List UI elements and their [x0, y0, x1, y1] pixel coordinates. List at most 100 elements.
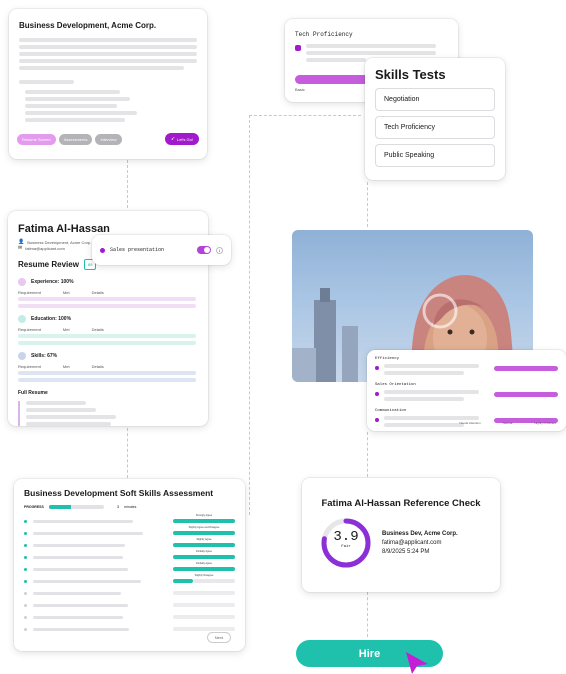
resume-preview	[18, 401, 198, 426]
info-icon[interactable]: i	[216, 246, 223, 254]
scale-needs-attention: Needs Attention	[459, 421, 481, 425]
col-details: Details	[91, 364, 104, 369]
reference-email: fatima@applicant.com	[382, 540, 442, 546]
chip-resume-screen[interactable]: Resume Screen	[17, 134, 56, 145]
rating-slider[interactable]	[493, 366, 558, 371]
text-line	[25, 104, 117, 108]
answer-label: Slightly Agree and Disagree	[188, 525, 220, 529]
next-button[interactable]: Next	[206, 632, 231, 643]
answer-slider[interactable]	[173, 614, 235, 619]
text-line	[383, 416, 479, 420]
selected-dot	[375, 366, 379, 370]
question-text	[33, 579, 141, 583]
resume-review-heading: Resume Review	[18, 260, 79, 269]
text-line	[19, 80, 74, 84]
answer-label: Slightly Agree	[196, 537, 212, 541]
answer-slider[interactable]	[173, 626, 235, 631]
question-text	[33, 543, 125, 547]
lets-go-button[interactable]: ➶ Let's Go!	[164, 133, 199, 145]
question-text	[33, 555, 123, 559]
candidate-name: Fatima Al-Hassan	[18, 223, 110, 235]
experience-score: Experience: 100%	[31, 279, 74, 285]
question-text	[33, 603, 128, 607]
stage-chips: Resume Screen Assessments Interview	[17, 134, 125, 145]
skills-dot	[18, 352, 26, 360]
question-bullet	[24, 567, 27, 571]
competency-rating-card: Efficiency Sales Orientation Communicati…	[367, 350, 566, 431]
question-text	[33, 531, 143, 535]
full-resume-heading[interactable]: Full Resume	[18, 390, 198, 396]
question-bullet	[24, 603, 27, 607]
question-bullet	[24, 591, 27, 595]
text-line	[18, 304, 196, 308]
sales-presentation-popover: Sales presentation i	[92, 235, 231, 265]
canvas: Business Development, Acme Corp. Resume …	[0, 0, 566, 674]
score-gauge: 3.9 Fair	[320, 517, 372, 569]
checkbox-icon	[295, 45, 301, 51]
selected-dot	[375, 392, 379, 396]
connector-line	[127, 160, 128, 208]
answer-slider[interactable]	[173, 542, 235, 547]
selected-dot	[375, 418, 379, 422]
chip-interview[interactable]: Interview	[95, 134, 122, 145]
text-line	[25, 118, 125, 122]
connector-line	[127, 428, 128, 478]
answer-slider[interactable]	[173, 554, 235, 559]
assessment-card: Business Development Soft Skills Assessm…	[14, 479, 245, 651]
progress-bar	[48, 504, 104, 509]
answer-slider[interactable]	[173, 602, 235, 607]
text-line	[19, 45, 197, 49]
rating-item-label: Efficiency	[375, 357, 400, 361]
answer-slider[interactable]	[173, 578, 193, 583]
reference-date: 8/9/2025 5:24 PM	[382, 549, 430, 555]
answer-slider[interactable]	[173, 566, 235, 571]
question-row	[24, 587, 235, 599]
connector-line	[249, 115, 361, 116]
col-met: Met	[62, 290, 70, 295]
experience-dot	[18, 278, 26, 286]
skills-test-item[interactable]: Public Speaking	[375, 144, 495, 167]
job-card: Business Development, Acme Corp. Resume …	[9, 9, 207, 159]
col-met: Met	[62, 364, 70, 369]
answer-slider[interactable]	[173, 530, 235, 535]
connector-line	[367, 592, 368, 637]
question-bullet	[24, 543, 27, 547]
text-line	[26, 415, 116, 419]
connector-line	[367, 182, 368, 227]
skills-test-item[interactable]: Tech Proficiency	[375, 116, 495, 139]
col-requirement: Requirement	[18, 327, 41, 332]
skills-score: Skills: 67%	[31, 353, 58, 359]
proficiency-slider[interactable]	[295, 75, 375, 84]
question-bullet	[24, 519, 27, 523]
question-bullet	[24, 627, 27, 631]
sales-presentation-label: Sales presentation	[110, 247, 165, 253]
answer-label: Strongly Agree	[195, 513, 213, 517]
text-line	[26, 408, 96, 412]
question-list: Strongly Agree Slightly Agree and Disagre…	[24, 513, 235, 635]
text-line	[383, 364, 479, 368]
toggle-switch[interactable]	[197, 246, 211, 254]
skills-tests-title: Skills Tests	[375, 67, 446, 82]
skills-test-item[interactable]: Negotiation	[375, 88, 495, 111]
scale-neutral: Neutral	[502, 421, 513, 425]
question-text	[33, 627, 129, 631]
chip-assessments[interactable]: Assessments	[58, 134, 93, 145]
question-row	[24, 599, 235, 611]
assessment-title: Business Development Soft Skills Assessm…	[24, 488, 214, 498]
text-line	[19, 52, 197, 56]
question-bullet	[24, 579, 27, 583]
status-dot	[100, 247, 105, 253]
hire-label: Hire	[358, 647, 381, 660]
job-title: Business Development, Acme Corp.	[19, 21, 157, 30]
score-value: 3.9	[333, 529, 359, 545]
question-row: Slightly Disagree	[24, 574, 235, 587]
text-line	[18, 297, 196, 301]
text-line	[18, 334, 196, 338]
answer-slider[interactable]	[173, 518, 235, 523]
progress-value: 3	[116, 504, 120, 509]
rating-slider[interactable]	[493, 392, 558, 397]
text-line	[383, 423, 464, 427]
answer-slider[interactable]	[173, 590, 235, 595]
text-line	[18, 341, 196, 345]
col-met: Met	[62, 327, 70, 332]
